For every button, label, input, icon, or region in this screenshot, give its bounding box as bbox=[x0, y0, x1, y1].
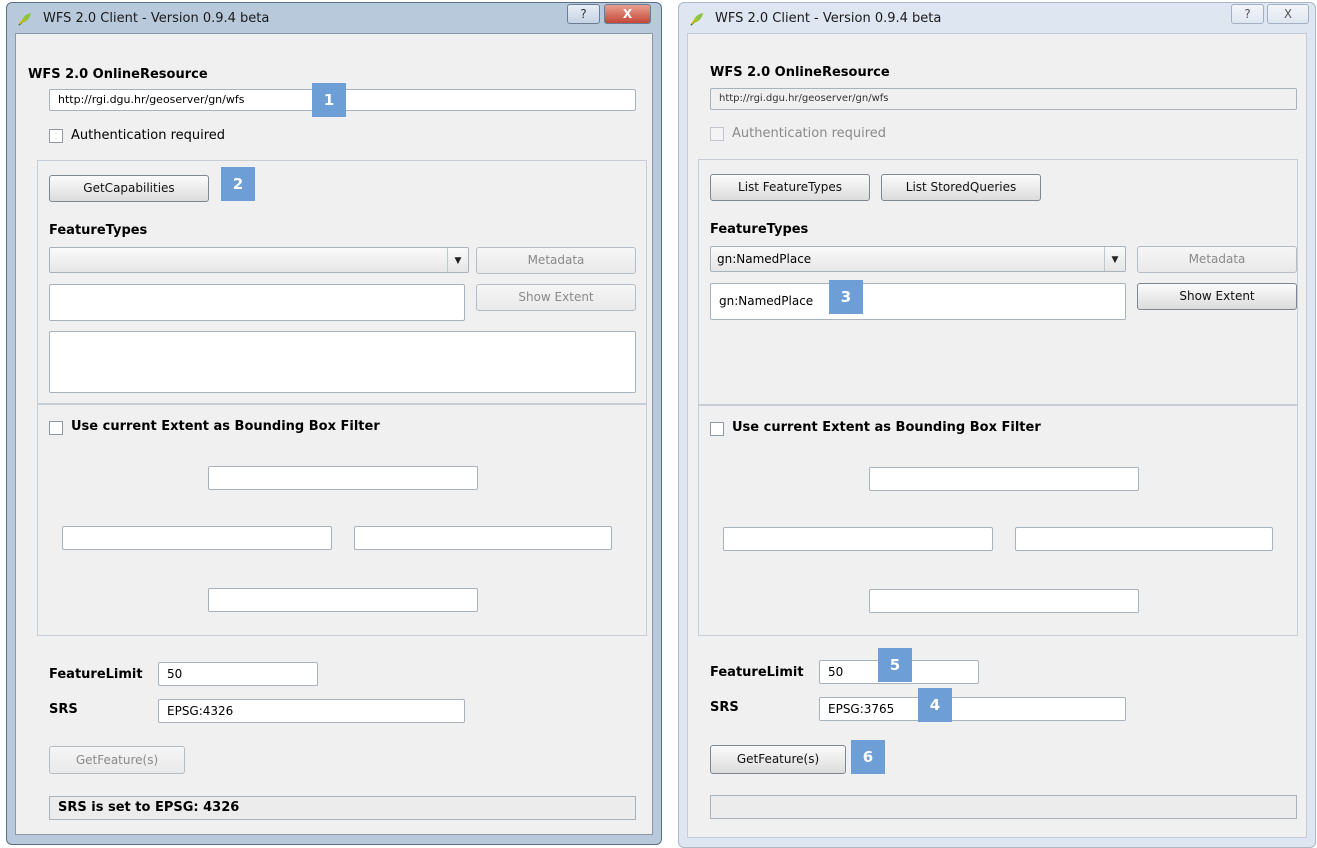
srs-label: SRS bbox=[49, 702, 78, 717]
auth-checkbox[interactable] bbox=[710, 127, 724, 141]
qgis-leaf-icon bbox=[18, 13, 31, 26]
srs-label: SRS bbox=[710, 700, 739, 715]
bbox-filter-label: Use current Extent as Bounding Box Filte… bbox=[732, 420, 1041, 435]
right-window: WFS 2.0 Client - Version 0.9.4 beta ? X … bbox=[678, 2, 1316, 848]
getcapabilities-button[interactable]: GetCapabilities bbox=[49, 175, 209, 202]
metadata-button[interactable]: Metadata bbox=[1137, 246, 1297, 273]
bbox-filter-label: Use current Extent as Bounding Box Filte… bbox=[71, 419, 380, 434]
url-input[interactable]: http://rgi.dgu.hr/geoserver/gn/wfs bbox=[710, 88, 1297, 110]
auth-label: Authentication required bbox=[71, 128, 226, 143]
featuretype-name-field[interactable]: gn:NamedPlace bbox=[710, 283, 1126, 320]
status-bar: SRS is set to EPSG: 4326 bbox=[49, 796, 636, 820]
left-titlebar: WFS 2.0 Client - Version 0.9.4 beta ? X bbox=[7, 3, 661, 33]
auth-checkbox[interactable] bbox=[49, 129, 63, 143]
step-badge-1: 1 bbox=[312, 83, 346, 117]
right-titlebar: WFS 2.0 Client - Version 0.9.4 beta ? X bbox=[679, 3, 1315, 33]
featuretype-name-field[interactable] bbox=[49, 284, 465, 321]
step-badge-3: 3 bbox=[829, 280, 863, 314]
featurelimit-label: FeatureLimit bbox=[49, 667, 143, 682]
show-extent-button[interactable]: Show Extent bbox=[1137, 283, 1297, 310]
auth-label: Authentication required bbox=[732, 126, 887, 141]
dropdown-arrow-icon: ▼ bbox=[1104, 247, 1125, 271]
featuretype-selected: gn:NamedPlace bbox=[717, 252, 812, 266]
featurelimit-input[interactable]: 50 bbox=[158, 662, 318, 686]
bbox-north-input[interactable] bbox=[869, 467, 1139, 491]
step-badge-4: 4 bbox=[918, 688, 952, 722]
bbox-west-input[interactable] bbox=[62, 526, 332, 550]
capabilities-group: GetCapabilities FeatureTypes ▼ Metadata … bbox=[37, 160, 647, 404]
bbox-filter-checkbox[interactable] bbox=[710, 422, 724, 436]
help-button[interactable]: ? bbox=[567, 4, 600, 24]
online-resource-label: WFS 2.0 OnlineResource bbox=[710, 65, 890, 80]
bbox-group: Use current Extent as Bounding Box Filte… bbox=[37, 404, 647, 636]
window-title: WFS 2.0 Client - Version 0.9.4 beta bbox=[43, 11, 270, 26]
step-badge-5: 5 bbox=[878, 648, 912, 682]
bbox-north-input[interactable] bbox=[208, 466, 478, 490]
bbox-filter-checkbox[interactable] bbox=[49, 421, 63, 435]
list-storedqueries-button[interactable]: List StoredQueries bbox=[881, 174, 1041, 201]
close-button[interactable]: X bbox=[1267, 4, 1309, 24]
capabilities-group: List FeatureTypes List StoredQueries Fea… bbox=[698, 159, 1298, 405]
featuretypes-label: FeatureTypes bbox=[710, 222, 809, 237]
bbox-east-input[interactable] bbox=[354, 526, 612, 550]
online-resource-label: WFS 2.0 OnlineResource bbox=[28, 67, 208, 82]
left-client-area: WFS 2.0 OnlineResource http://rgi.dgu.hr… bbox=[15, 33, 653, 835]
featuretypes-label: FeatureTypes bbox=[49, 223, 148, 238]
bbox-south-input[interactable] bbox=[208, 588, 478, 612]
metadata-button[interactable]: Metadata bbox=[476, 247, 636, 274]
step-badge-6: 6 bbox=[851, 740, 885, 774]
list-featuretypes-button[interactable]: List FeatureTypes bbox=[710, 174, 870, 201]
window-title: WFS 2.0 Client - Version 0.9.4 beta bbox=[715, 11, 942, 26]
bbox-west-input[interactable] bbox=[723, 527, 993, 551]
getfeature-button[interactable]: GetFeature(s) bbox=[710, 745, 846, 774]
srs-input[interactable]: EPSG:3765 bbox=[819, 697, 1126, 721]
bbox-east-input[interactable] bbox=[1015, 527, 1273, 551]
help-button[interactable]: ? bbox=[1231, 4, 1264, 24]
srs-input[interactable]: EPSG:4326 bbox=[158, 699, 465, 723]
featuretype-description bbox=[49, 331, 636, 393]
step-badge-2: 2 bbox=[221, 167, 255, 201]
left-window: WFS 2.0 Client - Version 0.9.4 beta ? X … bbox=[6, 2, 662, 845]
featuretype-dropdown[interactable]: ▼ bbox=[49, 247, 469, 273]
featuretype-dropdown[interactable]: gn:NamedPlace ▼ bbox=[710, 246, 1126, 272]
getfeature-button[interactable]: GetFeature(s) bbox=[49, 746, 185, 774]
dropdown-arrow-icon: ▼ bbox=[447, 248, 468, 272]
show-extent-button[interactable]: Show Extent bbox=[476, 284, 636, 311]
right-client-area: WFS 2.0 OnlineResource http://rgi.dgu.hr… bbox=[687, 33, 1307, 838]
bbox-south-input[interactable] bbox=[869, 589, 1139, 613]
status-bar bbox=[710, 795, 1297, 819]
featurelimit-label: FeatureLimit bbox=[710, 665, 804, 680]
bbox-group: Use current Extent as Bounding Box Filte… bbox=[698, 405, 1298, 636]
qgis-leaf-icon bbox=[690, 13, 703, 26]
close-button[interactable]: X bbox=[604, 4, 651, 24]
